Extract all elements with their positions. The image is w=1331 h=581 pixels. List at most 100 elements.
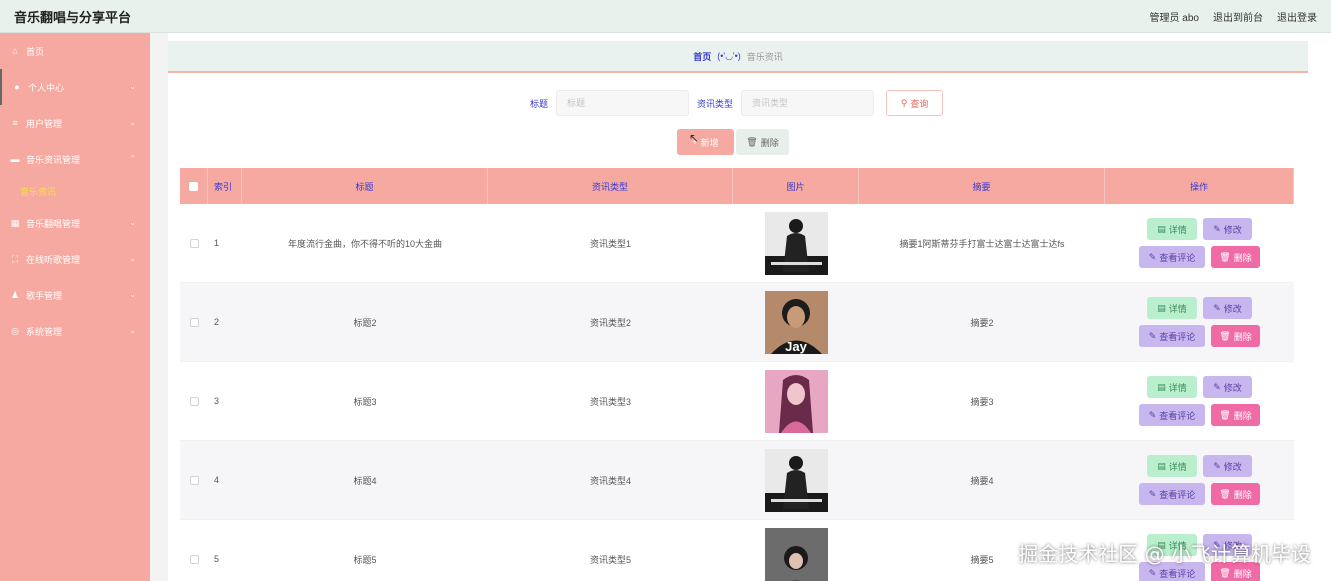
trash-icon: 🗑: [1219, 488, 1231, 499]
row-image-cell: Jay: [733, 290, 859, 354]
header-ops: 操作: [1105, 168, 1294, 204]
row-checkbox[interactable]: [189, 317, 199, 327]
album-thumbnail: [764, 527, 828, 581]
detail-button[interactable]: ▤ 详情: [1147, 376, 1197, 398]
sidebar-item-system[interactable]: ◎ 系统管理 ⌄: [0, 313, 150, 349]
row-image-cell: [733, 211, 859, 275]
bulk-delete-button[interactable]: 🗑 删除: [736, 129, 789, 155]
edit-label: 修改: [1223, 461, 1242, 472]
mouse-cursor-icon: ↖: [689, 131, 700, 145]
sidebar-item-home[interactable]: ⌂ 首页: [0, 33, 150, 69]
row-checkbox[interactable]: [189, 475, 199, 485]
row-index: 2: [214, 317, 220, 327]
row-ops: ▤ 详情 ✎ 修改 ✎ 查看评论 🗑 删除: [1105, 376, 1294, 426]
sidebar-item-listen[interactable]: ⛶ 在线听歌管理 ⌄: [0, 241, 150, 277]
select-all-cell: [180, 168, 208, 204]
watermark: 掘金技术社区 @ 小飞计算机毕设: [1018, 542, 1311, 566]
type-search-input[interactable]: [741, 90, 875, 116]
pencil-icon: ✎: [1148, 409, 1157, 420]
delete-button[interactable]: 🗑 删除: [1211, 246, 1260, 268]
trash-icon: 🗑: [746, 136, 758, 147]
edit-button[interactable]: ✎ 修改: [1203, 455, 1252, 477]
row-checkbox[interactable]: [189, 554, 199, 564]
pencil-icon: ✎: [1148, 330, 1157, 341]
title-search-input[interactable]: [556, 90, 690, 116]
row-type: 资讯类型4: [589, 475, 631, 486]
detail-button[interactable]: ▤ 详情: [1147, 297, 1197, 319]
detail-button[interactable]: ▤ 详情: [1147, 218, 1197, 240]
comment-label: 查看评论: [1159, 252, 1196, 263]
view-comments-button[interactable]: ✎ 查看评论: [1139, 246, 1205, 268]
trash-icon: 🗑: [1219, 330, 1231, 341]
pencil-icon: ✎: [1148, 488, 1157, 499]
row-checkbox[interactable]: [189, 238, 199, 248]
delete-button[interactable]: 🗑 删除: [1211, 404, 1260, 426]
row-summary: 摘要1阿斯蒂芬手打富士达富士达富士达fs: [899, 238, 1065, 249]
sidebar-item-music-news[interactable]: ▬ 音乐资讯管理 ⌃: [0, 141, 150, 177]
row-ops: ▤ 详情 ✎ 修改 ✎ 查看评论 🗑 删除: [1105, 218, 1294, 268]
comment-label: 查看评论: [1159, 489, 1196, 500]
delete-button[interactable]: 🗑 删除: [1211, 483, 1260, 505]
detail-button[interactable]: ▤ 详情: [1147, 455, 1197, 477]
edit-button[interactable]: ✎ 修改: [1203, 297, 1252, 319]
delete-label: 删除: [1233, 331, 1252, 342]
delete-button[interactable]: 🗑 删除: [1211, 325, 1260, 347]
edit-button[interactable]: ✎ 修改: [1203, 218, 1252, 240]
breadcrumb-current: 音乐资讯: [746, 51, 783, 62]
album-thumbnail: [764, 448, 828, 512]
logout-link[interactable]: 退出登录: [1277, 9, 1317, 24]
sidebar-item-singers[interactable]: ♟ 歌手管理 ⌄: [0, 277, 150, 313]
comment-label: 查看评论: [1159, 410, 1196, 421]
title-label: 标题: [530, 98, 549, 109]
delete-label: 删除: [1233, 568, 1252, 579]
list-icon: ≡: [12, 118, 18, 128]
sidebar-item-label: 在线听歌管理: [26, 254, 81, 265]
chevron-down-icon: ⌄: [129, 290, 136, 299]
chevron-down-icon: ⌄: [129, 326, 136, 335]
chevron-down-icon: ⌄: [129, 118, 136, 127]
main-content: 首页 (•'◡'•) 音乐资讯 标题 资讯类型 ⚲ 查询 + 新增 🗑 删除 ↖…: [150, 33, 1331, 581]
sidebar-item-users[interactable]: ≡ 用户管理 ⌄: [0, 105, 150, 141]
search-form: 标题 资讯类型 ⚲ 查询: [530, 90, 944, 116]
edit-button[interactable]: ✎ 修改: [1203, 376, 1252, 398]
query-button[interactable]: ⚲ 查询: [886, 90, 944, 116]
sidebar-item-label: 歌手管理: [26, 290, 63, 301]
row-summary: 摘要2: [970, 317, 994, 328]
doc-icon: ▤: [1157, 460, 1166, 471]
row-type: 资讯类型2: [589, 317, 631, 328]
add-button[interactable]: + 新增: [677, 129, 734, 155]
row-summary: 摘要4: [970, 475, 994, 486]
row-image-cell: [733, 527, 859, 581]
doc-icon: ▤: [1157, 381, 1166, 392]
row-image-cell: [733, 369, 859, 433]
row-checkbox[interactable]: [189, 396, 199, 406]
row-type: 资讯类型1: [589, 238, 631, 249]
chevron-down-icon: ⌄: [129, 218, 136, 227]
row-index: 3: [214, 396, 220, 406]
row-title: 年度流行金曲，你不得不听的10大金曲: [287, 238, 442, 249]
view-comments-button[interactable]: ✎ 查看评论: [1139, 325, 1205, 347]
row-index: 1: [214, 238, 220, 248]
row-type: 资讯类型3: [589, 396, 631, 407]
header-image: 图片: [733, 168, 859, 204]
table-row: 4 标题4 资讯类型4 摘要4 ▤ 详情 ✎ 修改 ✎ 查看评论 🗑 删除: [180, 441, 1294, 520]
sidebar-item-label: 系统管理: [26, 326, 63, 337]
pencil-icon: ✎: [1148, 251, 1157, 262]
row-title: 标题2: [353, 317, 377, 328]
album-thumbnail: [764, 369, 828, 433]
top-links: 管理员 abo 退出到前台 退出登录: [1150, 9, 1317, 24]
edit-label: 修改: [1223, 382, 1242, 393]
sidebar-item-covers[interactable]: ▦ 音乐翻唱管理 ⌄: [0, 205, 150, 241]
sidebar-item-personal[interactable]: ● 个人中心 ⌄: [0, 69, 150, 105]
chevron-up-icon: ⌃: [129, 154, 136, 163]
album-thumbnail: [764, 211, 828, 275]
to-front-link[interactable]: 退出到前台: [1213, 9, 1263, 24]
type-label: 资讯类型: [697, 98, 734, 109]
sidebar-subitem-music-news[interactable]: 音乐资讯: [0, 177, 150, 205]
detail-label: 详情: [1168, 224, 1187, 235]
row-ops: ▤ 详情 ✎ 修改 ✎ 查看评论 🗑 删除: [1105, 297, 1294, 347]
view-comments-button[interactable]: ✎ 查看评论: [1139, 404, 1205, 426]
view-comments-button[interactable]: ✎ 查看评论: [1139, 483, 1205, 505]
breadcrumb-home[interactable]: 首页: [693, 50, 711, 63]
select-all-checkbox[interactable]: [189, 181, 198, 191]
